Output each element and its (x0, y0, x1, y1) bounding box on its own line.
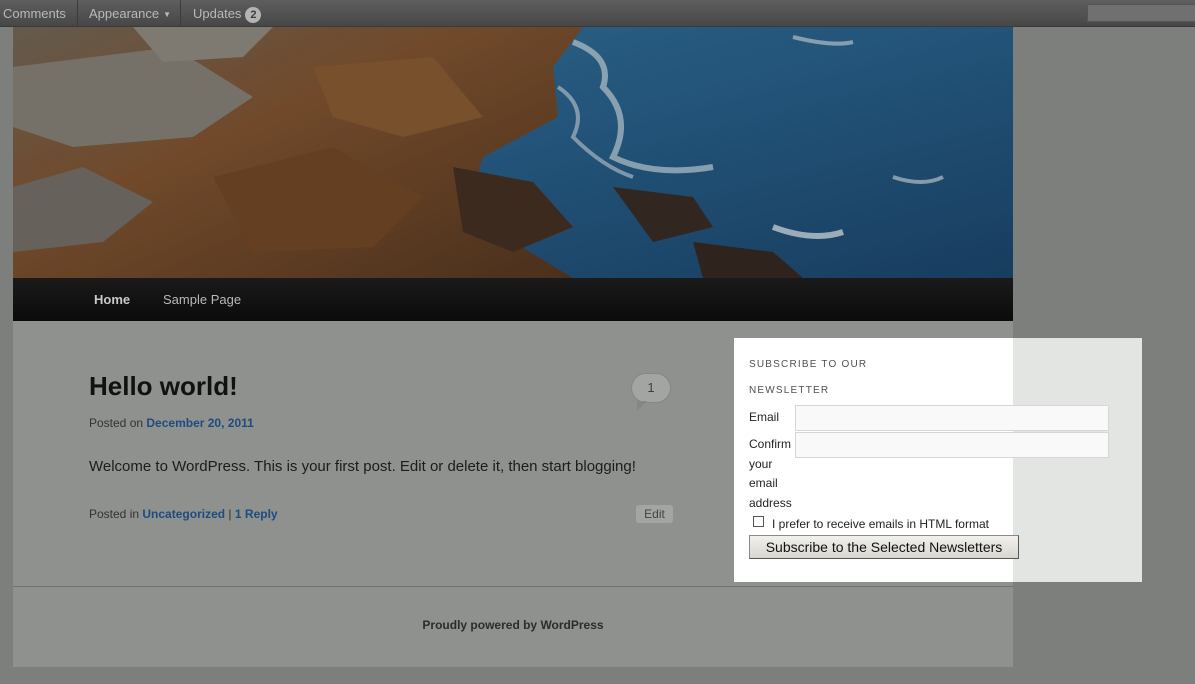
admin-bar-comments[interactable]: Comments (3, 0, 66, 27)
widget-title-line1: SUBSCRIBE TO OUR (749, 359, 868, 370)
header-image-rocky-coast (13, 27, 1013, 278)
category-link[interactable]: Uncategorized (142, 507, 225, 521)
admin-bar-separator (180, 0, 181, 27)
posted-in-label: Posted in (89, 507, 140, 521)
admin-bar-appearance-label: Appearance (89, 6, 160, 21)
admin-bar-updates-label: Updates (193, 6, 242, 21)
updates-count-badge: 2 (245, 7, 262, 23)
footer-credit-link[interactable]: Proudly powered by WordPress (13, 618, 1013, 632)
confirm-label-line: address (749, 495, 792, 510)
edit-post-link[interactable]: Edit (636, 505, 673, 523)
admin-bar-separator (77, 0, 78, 27)
post-content: Welcome to WordPress. This is your first… (89, 458, 636, 475)
confirm-label-line: your (749, 456, 773, 471)
admin-bar-updates[interactable]: Updates 2 (193, 0, 262, 27)
nav-item-home[interactable]: Home (94, 278, 130, 321)
confirm-label-line: email (749, 476, 778, 490)
post-meta-date: Posted on December 20, 2011 (89, 416, 254, 430)
confirm-email-label: Confirm your email address (749, 435, 792, 513)
newsletter-widget: SUBSCRIBE TO OUR NEWSLETTER Email Confir… (734, 338, 1142, 582)
posted-on-label: Posted on (89, 416, 144, 430)
reply-link[interactable]: 1 Reply (235, 507, 278, 521)
confirm-label-line: Confirm (749, 437, 792, 451)
post-meta-footer: Posted in Uncategorized | 1 Reply (89, 507, 278, 521)
admin-bar-appearance[interactable]: Appearance ▼ (89, 0, 171, 27)
admin-bar: Comments Appearance ▼ Updates 2 (0, 0, 1195, 27)
caret-down-icon: ▼ (163, 10, 172, 19)
email-field[interactable] (795, 405, 1109, 431)
main-navigation: Home Sample Page (13, 278, 1013, 321)
html-format-label[interactable]: I prefer to receive emails in HTML forma… (772, 517, 989, 531)
html-format-checkbox[interactable] (753, 516, 764, 527)
post-title[interactable]: Hello world! (89, 371, 238, 402)
nav-item-sample-page[interactable]: Sample Page (163, 278, 241, 321)
email-label: Email (749, 410, 780, 424)
admin-bar-comments-label: Comments (3, 6, 66, 21)
admin-bar-search-input[interactable] (1087, 4, 1195, 22)
comment-count: 1 (647, 380, 655, 395)
widget-title-line2: NEWSLETTER (749, 385, 830, 396)
meta-separator: | (228, 507, 232, 521)
comment-count-bubble[interactable]: 1 (631, 373, 671, 411)
post-date-link[interactable]: December 20, 2011 (146, 416, 253, 430)
header-image[interactable] (13, 27, 1013, 278)
confirm-email-field[interactable] (795, 432, 1109, 458)
footer-divider (13, 586, 1013, 587)
subscribe-button[interactable]: Subscribe to the Selected Newsletters (749, 535, 1019, 559)
